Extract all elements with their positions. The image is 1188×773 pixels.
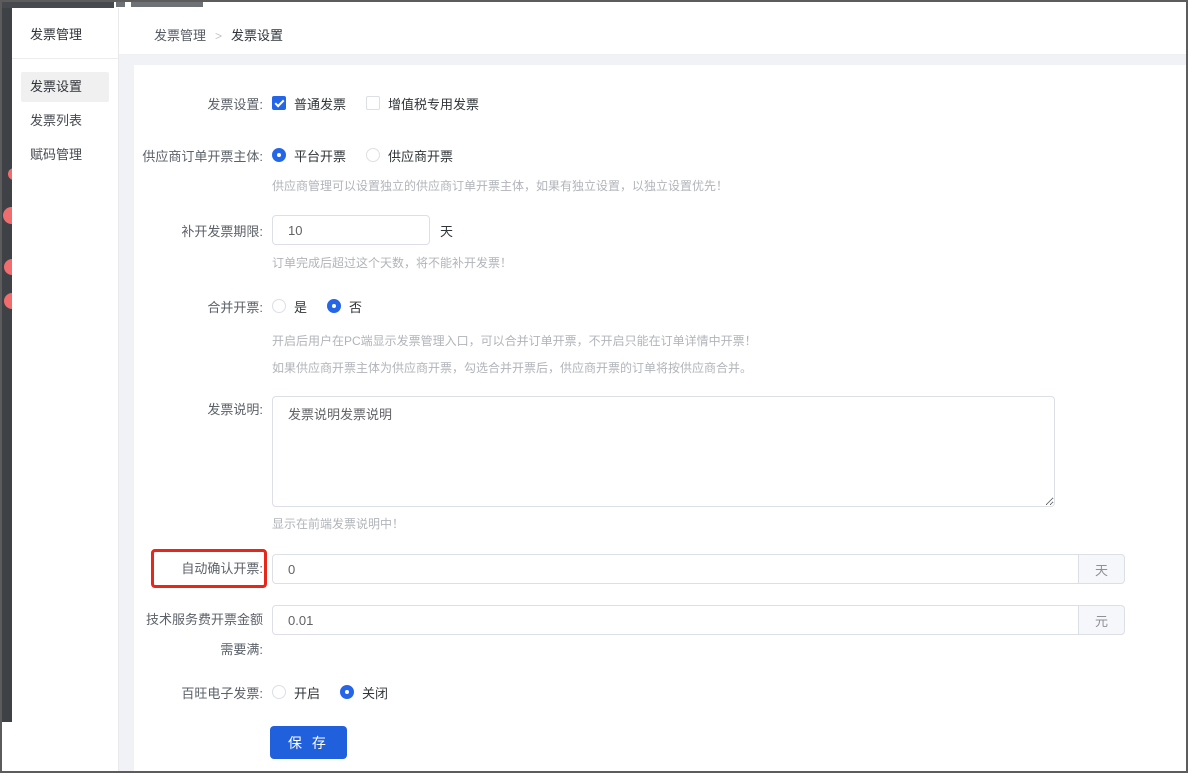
collapsed-menu-strip xyxy=(2,8,12,722)
form-row-supplier-subject: 供应商订单开票主体: 平台开票 供应商开票 xyxy=(134,147,453,163)
form-row-merge-invoice: 合并开票: 是 否 xyxy=(134,298,362,314)
supplier-subject-help: 供应商管理可以设置独立的供应商订单开票主体，如果有独立设置，以独立设置优先！ xyxy=(272,177,728,194)
radio-label-platform-invoicing[interactable]: 平台开票 xyxy=(294,146,346,165)
checkbox-vat-special-invoice[interactable] xyxy=(366,96,380,110)
form-row-reissue-period: 补开发票期限: 天 xyxy=(134,215,453,245)
settings-card: 发票设置: 普通发票 增值税专用发票 供应商订单开票主体: 平台开票 供应商开票 xyxy=(134,65,1186,771)
radio-merge-yes[interactable] xyxy=(272,299,286,313)
radio-supplier-invoicing[interactable] xyxy=(366,148,380,162)
reissue-period-input[interactable] xyxy=(272,215,430,245)
breadcrumb-bar: 发票管理 > 发票设置 xyxy=(119,8,1186,55)
tech-fee-unit: 元 xyxy=(1079,605,1125,635)
checkbox-label-ordinary-invoice[interactable]: 普通发票 xyxy=(294,94,346,113)
content-background: 发票设置: 普通发票 增值税专用发票 供应商订单开票主体: 平台开票 供应商开票 xyxy=(119,55,1186,771)
reissue-period-label: 补开发票期限: xyxy=(134,221,263,240)
form-row-tech-fee: 技术服务费开票金额需要满: 元 xyxy=(134,605,1125,635)
merge-invoice-help1: 开启后用户在PC端显示发票管理入口，可以合并订单开票，不开启只能在订单详情中开票… xyxy=(272,332,757,349)
radio-label-baiwang-off[interactable]: 关闭 xyxy=(362,683,388,702)
sidebar-item-code-management[interactable]: 赋码管理 xyxy=(21,140,109,170)
notification-badge xyxy=(4,293,12,309)
save-button[interactable]: 保 存 xyxy=(270,726,347,759)
auto-confirm-input[interactable] xyxy=(272,554,1079,584)
radio-platform-invoicing[interactable] xyxy=(272,148,286,162)
radio-label-baiwang-on[interactable]: 开启 xyxy=(294,683,320,702)
merge-invoice-label: 合并开票: xyxy=(134,297,263,316)
notification-badge xyxy=(4,259,12,275)
form-row-invoice-setting: 发票设置: 普通发票 增值税专用发票 xyxy=(134,95,479,111)
breadcrumb-invoice-management[interactable]: 发票管理 xyxy=(154,28,206,43)
reissue-period-unit: 天 xyxy=(440,221,453,240)
radio-baiwang-on[interactable] xyxy=(272,685,286,699)
radio-merge-no[interactable] xyxy=(327,299,341,313)
tech-fee-input[interactable] xyxy=(272,605,1079,635)
tech-fee-label: 技术服务费开票金额需要满: xyxy=(134,605,263,665)
checkbox-label-vat-special-invoice[interactable]: 增值税专用发票 xyxy=(388,94,479,113)
invoice-desc-textarea[interactable]: 发票说明发票说明 xyxy=(272,396,1055,507)
sidebar-title: 发票管理 xyxy=(12,8,118,43)
radio-label-merge-yes[interactable]: 是 xyxy=(294,297,307,316)
form-row-baiwang: 百旺电子发票: 开启 关闭 xyxy=(134,684,388,700)
breadcrumb-separator-icon: > xyxy=(215,29,222,43)
merge-invoice-help2: 如果供应商开票主体为供应商开票，勾选合并开票后，供应商开票的订单将按供应商合并。 xyxy=(272,359,752,376)
auto-confirm-unit: 天 xyxy=(1079,554,1125,584)
baiwang-label: 百旺电子发票: xyxy=(134,683,263,702)
reissue-period-help: 订单完成后超过这个天数，将不能补开发票！ xyxy=(272,254,512,271)
auto-confirm-label: 自动确认开票: xyxy=(134,554,263,584)
radio-baiwang-off[interactable] xyxy=(340,685,354,699)
supplier-subject-label: 供应商订单开票主体: xyxy=(134,146,263,165)
invoice-desc-label: 发票说明: xyxy=(134,399,263,418)
sidebar-item-invoice-settings[interactable]: 发票设置 xyxy=(21,72,109,102)
breadcrumb-invoice-settings: 发票设置 xyxy=(231,28,283,43)
checkbox-ordinary-invoice[interactable] xyxy=(272,96,286,110)
app-window: 发票管理 发票设置 发票列表 赋码管理 发票管理 > 发票设置 发票设置: 普通发票… xyxy=(0,0,1188,773)
notification-badge xyxy=(3,207,12,224)
cropped-text-fragment xyxy=(131,2,203,7)
sidebar: 发票管理 发票设置 发票列表 赋码管理 xyxy=(12,8,119,771)
radio-label-merge-no[interactable]: 否 xyxy=(349,297,362,316)
breadcrumb: 发票管理 > 发票设置 xyxy=(119,8,1186,44)
form-row-auto-confirm: 自动确认开票: 天 xyxy=(134,554,1125,584)
invoice-setting-label: 发票设置: xyxy=(134,94,263,113)
invoice-desc-help: 显示在前端发票说明中！ xyxy=(272,515,404,532)
sidebar-item-invoice-list[interactable]: 发票列表 xyxy=(21,106,109,136)
cropped-text-fragment xyxy=(116,2,125,7)
radio-label-supplier-invoicing[interactable]: 供应商开票 xyxy=(388,146,453,165)
